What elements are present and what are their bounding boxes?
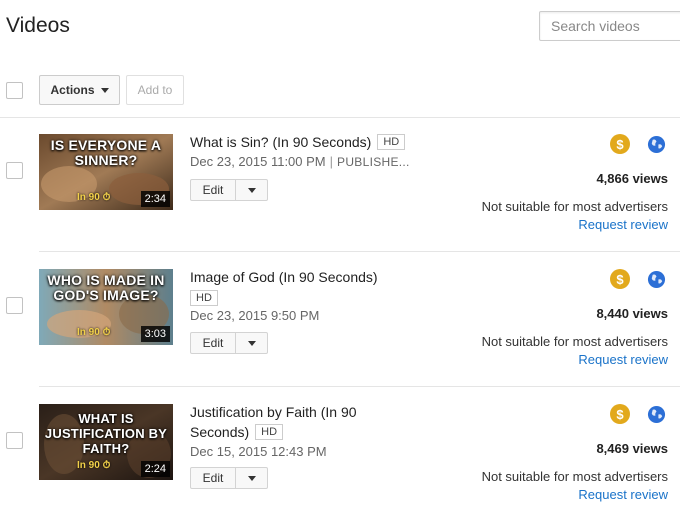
thumbnail-text: WHO IS MADE IN GOD'S IMAGE? bbox=[47, 272, 165, 303]
separator: | bbox=[329, 154, 334, 169]
edit-button-group: Edit bbox=[190, 332, 268, 354]
video-checkbox[interactable] bbox=[6, 432, 23, 449]
ad-suitability-status: Not suitable for most advertisers bbox=[481, 199, 668, 214]
video-thumbnail[interactable]: WHO IS MADE IN GOD'S IMAGE? In 90 ⏱ 3:03 bbox=[39, 269, 173, 345]
video-title-line-2: Seconds) HD bbox=[190, 422, 357, 442]
select-all-checkbox[interactable] bbox=[6, 82, 23, 99]
video-duration: 2:24 bbox=[140, 461, 170, 477]
caret-down-icon bbox=[247, 475, 256, 481]
edit-button-group: Edit bbox=[190, 467, 268, 489]
edit-button[interactable]: Edit bbox=[191, 468, 236, 488]
video-row: WHO IS MADE IN GOD'S IMAGE? In 90 ⏱ 3:03… bbox=[0, 252, 680, 386]
hd-badge: HD bbox=[190, 290, 218, 306]
video-title-line-1: Justification by Faith (In 90 bbox=[190, 404, 357, 420]
page-title: Videos bbox=[6, 14, 70, 37]
video-row: IS EVERYONE A SINNER? In 90 ⏱ 2:34 What … bbox=[0, 117, 680, 251]
video-date: Dec 15, 2015 12:43 PM bbox=[190, 444, 327, 459]
view-count: 8,440 views bbox=[596, 306, 668, 321]
actions-label: Actions bbox=[50, 83, 95, 97]
actions-button[interactable]: Actions bbox=[39, 75, 120, 105]
video-duration: 2:34 bbox=[140, 191, 170, 207]
thumbnail-badge: In 90 ⏱ bbox=[77, 327, 111, 338]
edit-dropdown-button[interactable] bbox=[236, 468, 267, 488]
edit-button[interactable]: Edit bbox=[191, 333, 236, 353]
globe-icon[interactable] bbox=[647, 405, 666, 424]
hd-badge: HD bbox=[255, 424, 284, 440]
caret-down-icon bbox=[100, 87, 109, 93]
video-date: Dec 23, 2015 9:50 PM bbox=[190, 308, 320, 323]
video-title[interactable]: Image of God (In 90 Seconds) bbox=[190, 267, 378, 287]
search-input[interactable] bbox=[551, 13, 680, 39]
globe-icon[interactable] bbox=[647, 270, 666, 289]
edit-button-group: Edit bbox=[190, 179, 268, 201]
video-thumbnail[interactable]: IS EVERYONE A SINNER? In 90 ⏱ 2:34 bbox=[39, 134, 173, 210]
ad-suitability-status: Not suitable for most advertisers bbox=[481, 469, 668, 484]
video-status: PUBLISHE... bbox=[337, 155, 410, 169]
thumbnail-text: WHAT IS JUSTIFICATION BY FAITH? bbox=[44, 411, 168, 456]
hd-badge: HD bbox=[377, 134, 406, 150]
video-title[interactable]: What is Sin? (In 90 Seconds) bbox=[190, 134, 371, 150]
view-count: 8,469 views bbox=[596, 441, 668, 456]
globe-icon[interactable] bbox=[647, 135, 666, 154]
thumbnail-badge: In 90 ⏱ bbox=[77, 192, 111, 203]
thumbnail-badge: In 90 ⏱ bbox=[77, 460, 111, 471]
ad-suitability-status: Not suitable for most advertisers bbox=[481, 334, 668, 349]
video-date: Dec 23, 2015 11:00 PM bbox=[190, 154, 326, 169]
request-review-link[interactable]: Request review bbox=[578, 487, 668, 502]
video-row: WHAT IS JUSTIFICATION BY FAITH? In 90 ⏱ … bbox=[0, 387, 680, 521]
video-title[interactable]: Justification by Faith (In 90 Seconds) HD bbox=[190, 402, 357, 442]
monetization-icon[interactable]: $ bbox=[610, 134, 630, 154]
video-duration: 3:03 bbox=[140, 326, 170, 342]
edit-dropdown-button[interactable] bbox=[236, 333, 267, 353]
monetization-icon[interactable]: $ bbox=[610, 404, 630, 424]
add-to-label: Add to bbox=[137, 83, 173, 97]
video-checkbox[interactable] bbox=[6, 162, 23, 179]
caret-down-icon bbox=[247, 340, 256, 346]
request-review-link[interactable]: Request review bbox=[578, 352, 668, 367]
add-to-button[interactable]: Add to bbox=[126, 75, 184, 105]
search-box[interactable] bbox=[539, 11, 680, 41]
monetization-icon[interactable]: $ bbox=[610, 269, 630, 289]
request-review-link[interactable]: Request review bbox=[578, 217, 668, 232]
video-date-line: Dec 23, 2015 11:00 PM | PUBLISHE... bbox=[190, 154, 410, 169]
edit-button[interactable]: Edit bbox=[191, 180, 236, 200]
edit-dropdown-button[interactable] bbox=[236, 180, 267, 200]
video-checkbox[interactable] bbox=[6, 297, 23, 314]
video-thumbnail[interactable]: WHAT IS JUSTIFICATION BY FAITH? In 90 ⏱ … bbox=[39, 404, 173, 480]
caret-down-icon bbox=[247, 187, 256, 193]
video-title-line: What is Sin? (In 90 Seconds) HD bbox=[190, 132, 406, 152]
view-count: 4,866 views bbox=[596, 171, 668, 186]
thumbnail-text: IS EVERYONE A SINNER? bbox=[50, 137, 162, 168]
